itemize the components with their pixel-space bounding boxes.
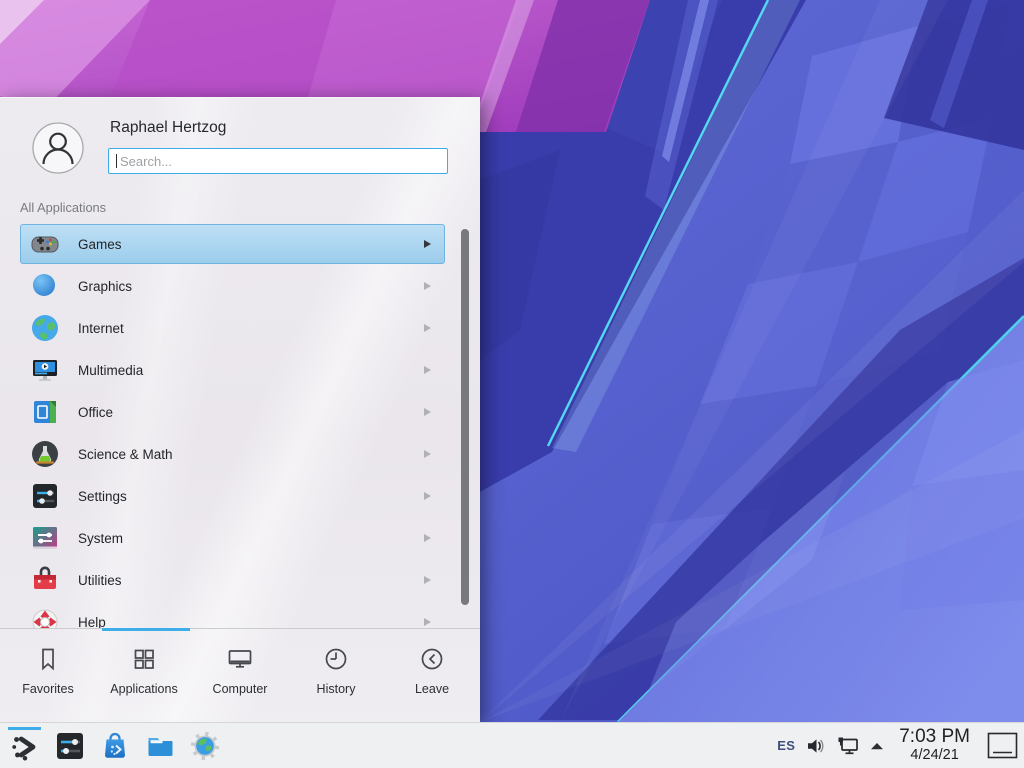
category-list: Games Graphics <box>0 224 480 628</box>
network-icon[interactable] <box>836 735 860 757</box>
tab-label: Computer <box>213 682 268 696</box>
konqueror-button[interactable] <box>182 723 227 768</box>
tab-leave[interactable]: Leave <box>384 629 480 722</box>
sliders-icon <box>29 480 61 512</box>
submenu-arrow-icon <box>424 408 431 416</box>
category-label: Help <box>78 615 106 629</box>
active-tab-indicator <box>102 628 190 631</box>
media-monitor-icon <box>29 354 61 386</box>
leave-icon <box>418 645 446 673</box>
user-name: Raphael Hertzog <box>110 119 226 137</box>
monitor-icon <box>226 645 254 673</box>
tab-label: History <box>317 682 356 696</box>
category-label: Utilities <box>78 573 122 588</box>
category-games[interactable]: Games <box>20 224 445 264</box>
category-label: Graphics <box>78 279 132 294</box>
category-utilities[interactable]: Utilities <box>20 560 445 600</box>
scrollbar[interactable] <box>461 229 469 605</box>
category-office[interactable]: Office <box>20 392 445 432</box>
submenu-arrow-icon <box>424 366 431 374</box>
user-icon <box>32 122 84 174</box>
submenu-arrow-icon <box>424 492 431 500</box>
bookmark-icon <box>34 645 62 673</box>
discover-icon <box>99 730 131 762</box>
taskbar: ES <box>0 722 1024 768</box>
tab-applications[interactable]: Applications <box>96 629 192 722</box>
section-label: All Applications <box>20 200 106 215</box>
submenu-arrow-icon <box>424 450 431 458</box>
clock-icon <box>322 645 350 673</box>
category-label: Games <box>78 237 122 252</box>
application-launcher-icon <box>10 732 40 762</box>
category-help[interactable]: Help <box>20 602 445 628</box>
system-tray: ES <box>777 723 1024 768</box>
discover-button[interactable] <box>92 723 137 768</box>
konqueror-icon <box>189 730 221 762</box>
category-science-math[interactable]: Science & Math <box>20 434 445 474</box>
submenu-arrow-icon <box>424 576 431 584</box>
system-settings-icon <box>54 730 86 762</box>
user-avatar[interactable] <box>32 122 84 174</box>
tab-label: Applications <box>110 682 177 696</box>
active-task-indicator <box>8 727 41 730</box>
clock-date: 4/24/21 <box>899 748 970 764</box>
clock-time: 7:03 PM <box>899 727 970 748</box>
keyboard-layout-indicator[interactable]: ES <box>777 738 795 753</box>
application-launcher-button[interactable] <box>2 723 47 768</box>
category-label: Science & Math <box>78 447 173 462</box>
submenu-arrow-icon <box>424 534 431 542</box>
show-desktop-icon <box>987 732 1018 759</box>
tab-favorites[interactable]: Favorites <box>0 629 96 722</box>
category-label: Multimedia <box>78 363 143 378</box>
category-label: Settings <box>78 489 127 504</box>
tab-history[interactable]: History <box>288 629 384 722</box>
category-internet[interactable]: Internet <box>20 308 445 348</box>
grid-icon <box>130 645 158 673</box>
show-desktop-button[interactable] <box>987 732 1018 759</box>
system-settings-button[interactable] <box>47 723 92 768</box>
document-icon <box>29 396 61 428</box>
submenu-arrow-icon <box>424 240 431 248</box>
system-sliders-icon <box>29 522 61 554</box>
flask-icon <box>29 438 61 470</box>
category-multimedia[interactable]: Multimedia <box>20 350 445 390</box>
category-label: System <box>78 531 123 546</box>
desktop: Raphael Hertzog All Applications Games <box>0 0 1024 768</box>
category-label: Office <box>78 405 113 420</box>
submenu-arrow-icon <box>424 324 431 332</box>
submenu-arrow-icon <box>424 618 431 626</box>
tray-expand-arrow-icon[interactable] <box>870 742 884 750</box>
gamepad-icon <box>29 228 61 260</box>
text-cursor <box>116 154 117 168</box>
taskbar-launchers <box>0 723 227 768</box>
dolphin-icon <box>144 730 176 762</box>
tab-computer[interactable]: Computer <box>192 629 288 722</box>
globe-icon <box>29 312 61 344</box>
toolbox-icon <box>29 564 61 596</box>
category-system[interactable]: System <box>20 518 445 558</box>
category-settings[interactable]: Settings <box>20 476 445 516</box>
tab-label: Favorites <box>22 682 73 696</box>
sphere-icon <box>29 270 61 302</box>
dolphin-button[interactable] <box>137 723 182 768</box>
search-field-wrap <box>108 148 448 174</box>
search-input[interactable] <box>108 148 448 174</box>
volume-icon[interactable] <box>805 736 826 756</box>
submenu-arrow-icon <box>424 282 431 290</box>
launcher-tab-bar: Favorites Applications <box>0 628 480 722</box>
application-launcher-popup: Raphael Hertzog All Applications Games <box>0 97 480 722</box>
category-label: Internet <box>78 321 124 336</box>
digital-clock[interactable]: 7:03 PM 4/24/21 <box>899 727 970 763</box>
category-graphics[interactable]: Graphics <box>20 266 445 306</box>
lifering-icon <box>29 606 61 628</box>
tab-label: Leave <box>415 682 449 696</box>
